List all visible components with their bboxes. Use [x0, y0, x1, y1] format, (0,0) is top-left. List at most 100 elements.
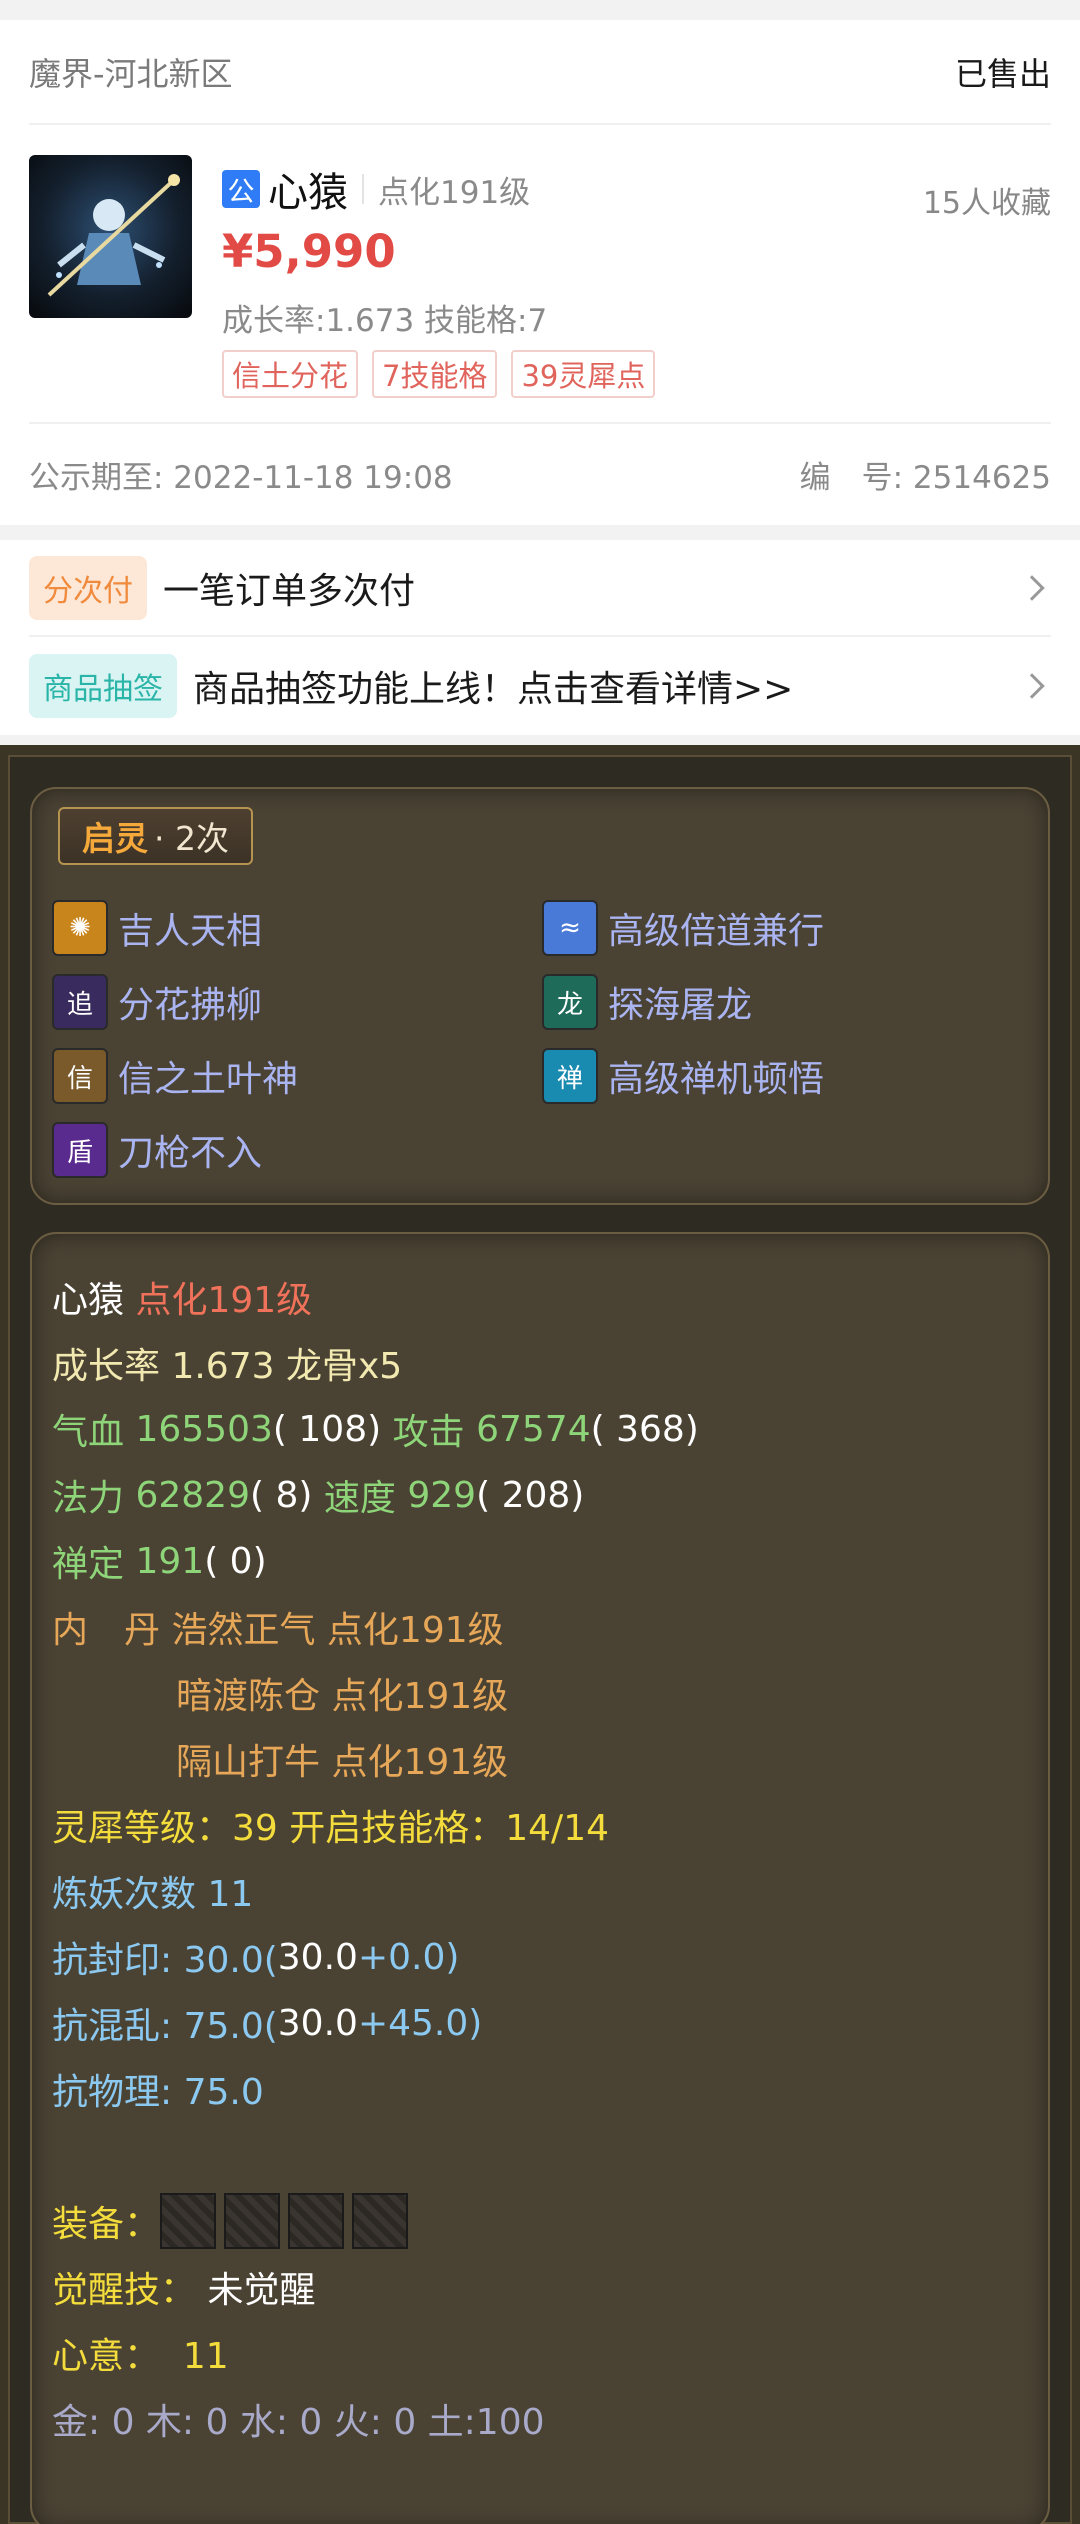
xin-seal-icon: 信 [52, 1048, 108, 1104]
server-name: 魔界-河北新区 [29, 54, 233, 93]
mp-spd-line: 法力 62829( 8) 速度 929( 208) [52, 1462, 1032, 1528]
neidan-item: 隔山打牛 点化191级 [176, 1742, 509, 1783]
installment-badge: 分次付 [29, 555, 147, 620]
hp-add: ( 108) [272, 1408, 382, 1450]
dragon-icon: 龙 [542, 974, 598, 1030]
equip-line: 装备： [52, 2188, 1032, 2254]
growth-line: 成长率 1.673 龙骨x5 [52, 1330, 1032, 1396]
awaken-label: 觉醒技： [52, 2270, 197, 2311]
neidan-item: 暗渡陈仓 点化191级 [176, 1676, 509, 1717]
elements-line: 金: 0 木: 0 水: 0 火: 0 土:100 [52, 2386, 1032, 2452]
xinyi: 心意： 11 [52, 2336, 229, 2377]
skill-name: 信之土叶神 [118, 1059, 299, 1100]
zen-icon: 禅 [542, 1048, 598, 1104]
stat-pet-level: 点化191级 [135, 1280, 313, 1321]
hp-value: 165503 [135, 1408, 273, 1450]
tag: 7技能格 [372, 350, 498, 398]
atk-label: 攻击 [392, 1412, 465, 1453]
zen-line: 禅定 191( 0) [52, 1528, 1032, 1594]
neidan-label: 内 丹 [52, 1610, 161, 1651]
installment-text: 一笔订单多次付 [163, 570, 416, 612]
hp-atk-line: 气血 165503( 108) 攻击 67574( 368) [52, 1396, 1032, 1462]
pet-level: 点化191级 [378, 174, 531, 211]
equip-slot[interactable] [224, 2193, 281, 2249]
skill-item[interactable]: ✺ 吉人天相 [52, 899, 262, 957]
stat-pet-name: 心猿 [52, 1280, 125, 1321]
pet-detail: 启灵 · 2次 ✺ 吉人天相 ≈ 高级倍道兼行 追 分花拂柳 龙 探海屠龙 信 … [0, 745, 1080, 2524]
skill-name: 高级倍道兼行 [608, 911, 825, 952]
chevron-right-icon [1019, 672, 1045, 699]
card-header: 魔界-河北新区 已售出 [29, 20, 1051, 125]
res-chaos-label: 抗混乱: 75.0( [52, 2006, 278, 2047]
equip-slot[interactable] [160, 2193, 217, 2249]
neidan-line-3: 隔山打牛 点化191级 [52, 1726, 1032, 1792]
stats-list: 心猿 点化191级 成长率 1.673 龙骨x5 气血 165503( 108)… [52, 1264, 1032, 2452]
skill-name: 高级禅机顿悟 [608, 1059, 825, 1100]
elements: 金: 0 木: 0 水: 0 火: 0 土:100 [52, 2402, 545, 2443]
skill-item[interactable]: 龙 探海屠龙 [542, 973, 752, 1031]
awaken-line: 觉醒技： 未觉醒 [52, 2254, 1032, 2320]
top-divider [0, 0, 1080, 20]
res-chaos-add: +45.0) [357, 2002, 483, 2044]
skill-item[interactable]: 禅 高级禅机顿悟 [542, 1047, 824, 1105]
awaken-value: 未觉醒 [207, 2270, 316, 2311]
item-card[interactable]: 魔界-河北新区 已售出 公 心猿 点化191级 15人收藏 ¥5,990 成长率… [0, 20, 1080, 525]
golden-rays-icon: ✺ [52, 900, 108, 956]
equip-label: 装备： [52, 2204, 161, 2245]
skills-panel: 启灵 · 2次 ✺ 吉人天相 ≈ 高级倍道兼行 追 分花拂柳 龙 探海屠龙 信 … [30, 787, 1050, 1205]
chevron-right-icon [1019, 574, 1045, 601]
qiling-count: · 2次 [154, 819, 229, 858]
zen-value: 191 [135, 1540, 205, 1582]
qiling-label: 启灵 [82, 819, 148, 858]
res-chaos-line: 抗混乱: 75.0(30.0 +45.0) [52, 1990, 1032, 2056]
equip-slot[interactable] [352, 2193, 409, 2249]
mp-value: 62829 [135, 1474, 250, 1516]
res-seal-label: 抗封印: 30.0( [52, 1940, 278, 1981]
lingxi-info: 灵犀等级：39 开启技能格：14/14 [52, 1808, 609, 1849]
res-phys-line: 抗物理: 75.0 [52, 2056, 1032, 2122]
title-row: 公 心猿 点化191级 [222, 160, 530, 218]
res-chaos-base: 30.0 [277, 2002, 358, 2044]
skill-item[interactable]: 追 分花拂柳 [52, 973, 262, 1031]
atk-value: 67574 [476, 1408, 591, 1450]
spd-value: 929 [407, 1474, 477, 1516]
tag-list: 信土分花 7技能格 39灵犀点 [222, 350, 656, 398]
lianyao-line: 炼妖次数 11 [52, 1858, 1032, 1924]
sold-status: 已售出 [954, 54, 1051, 93]
publicity-deadline: 公示期至: 2022-11-18 19:08 [29, 460, 453, 496]
qiling-badge: 启灵 · 2次 [58, 807, 253, 865]
stats-panel: 心猿 点化191级 成长率 1.673 龙骨x5 气血 165503( 108)… [30, 1232, 1050, 2524]
skill-item[interactable]: ≈ 高级倍道兼行 [542, 899, 824, 957]
promo-section: 分次付 一笔订单多次付 商品抽签 商品抽签功能上线！点击查看详情>> [0, 540, 1080, 735]
skill-name: 吉人天相 [118, 911, 263, 952]
skill-item[interactable]: 信 信之土叶神 [52, 1047, 298, 1105]
res-phys: 抗物理: 75.0 [52, 2072, 264, 2113]
installment-row[interactable]: 分次付 一笔订单多次付 [29, 540, 1051, 637]
stat-growth: 成长率 1.673 龙骨x5 [52, 1346, 403, 1387]
mp-add: ( 8) [250, 1474, 313, 1516]
pet-name: 心猿 [268, 170, 348, 216]
zen-add: ( 0) [204, 1540, 267, 1582]
skill-name: 分花拂柳 [118, 985, 263, 1026]
atk-add: ( 368) [590, 1408, 699, 1450]
price: ¥5,990 [222, 225, 396, 278]
neidan-line-1: 内 丹 浩然正气 点化191级 [52, 1594, 1032, 1660]
skill-item[interactable]: 盾 刀枪不入 [52, 1121, 262, 1179]
res-seal-line: 抗封印: 30.0(30.0 +0.0) [52, 1924, 1032, 1990]
favorites-count: 15人收藏 [922, 186, 1051, 221]
growth-info: 成长率:1.673 技能格:7 [222, 303, 548, 339]
lottery-row[interactable]: 商品抽签 商品抽签功能上线！点击查看详情>> [29, 637, 1051, 734]
neidan-item: 浩然正气 点化191级 [171, 1610, 504, 1651]
card-footer: 公示期至: 2022-11-18 19:08 编 号: 2514625 [29, 422, 1051, 525]
serial-number: 编 号: 2514625 [799, 460, 1051, 496]
hp-label: 气血 [52, 1412, 125, 1453]
mp-label: 法力 [52, 1478, 125, 1519]
wind-swirl-icon: ≈ [542, 900, 598, 956]
pet-thumbnail[interactable] [29, 155, 192, 318]
shield-icon: 盾 [52, 1122, 108, 1178]
chase-icon: 追 [52, 974, 108, 1030]
detail-frame: 启灵 · 2次 ✺ 吉人天相 ≈ 高级倍道兼行 追 分花拂柳 龙 探海屠龙 信 … [8, 755, 1072, 2524]
equip-slot[interactable] [288, 2193, 345, 2249]
tag: 39灵犀点 [511, 350, 656, 398]
title-separator [362, 174, 364, 204]
